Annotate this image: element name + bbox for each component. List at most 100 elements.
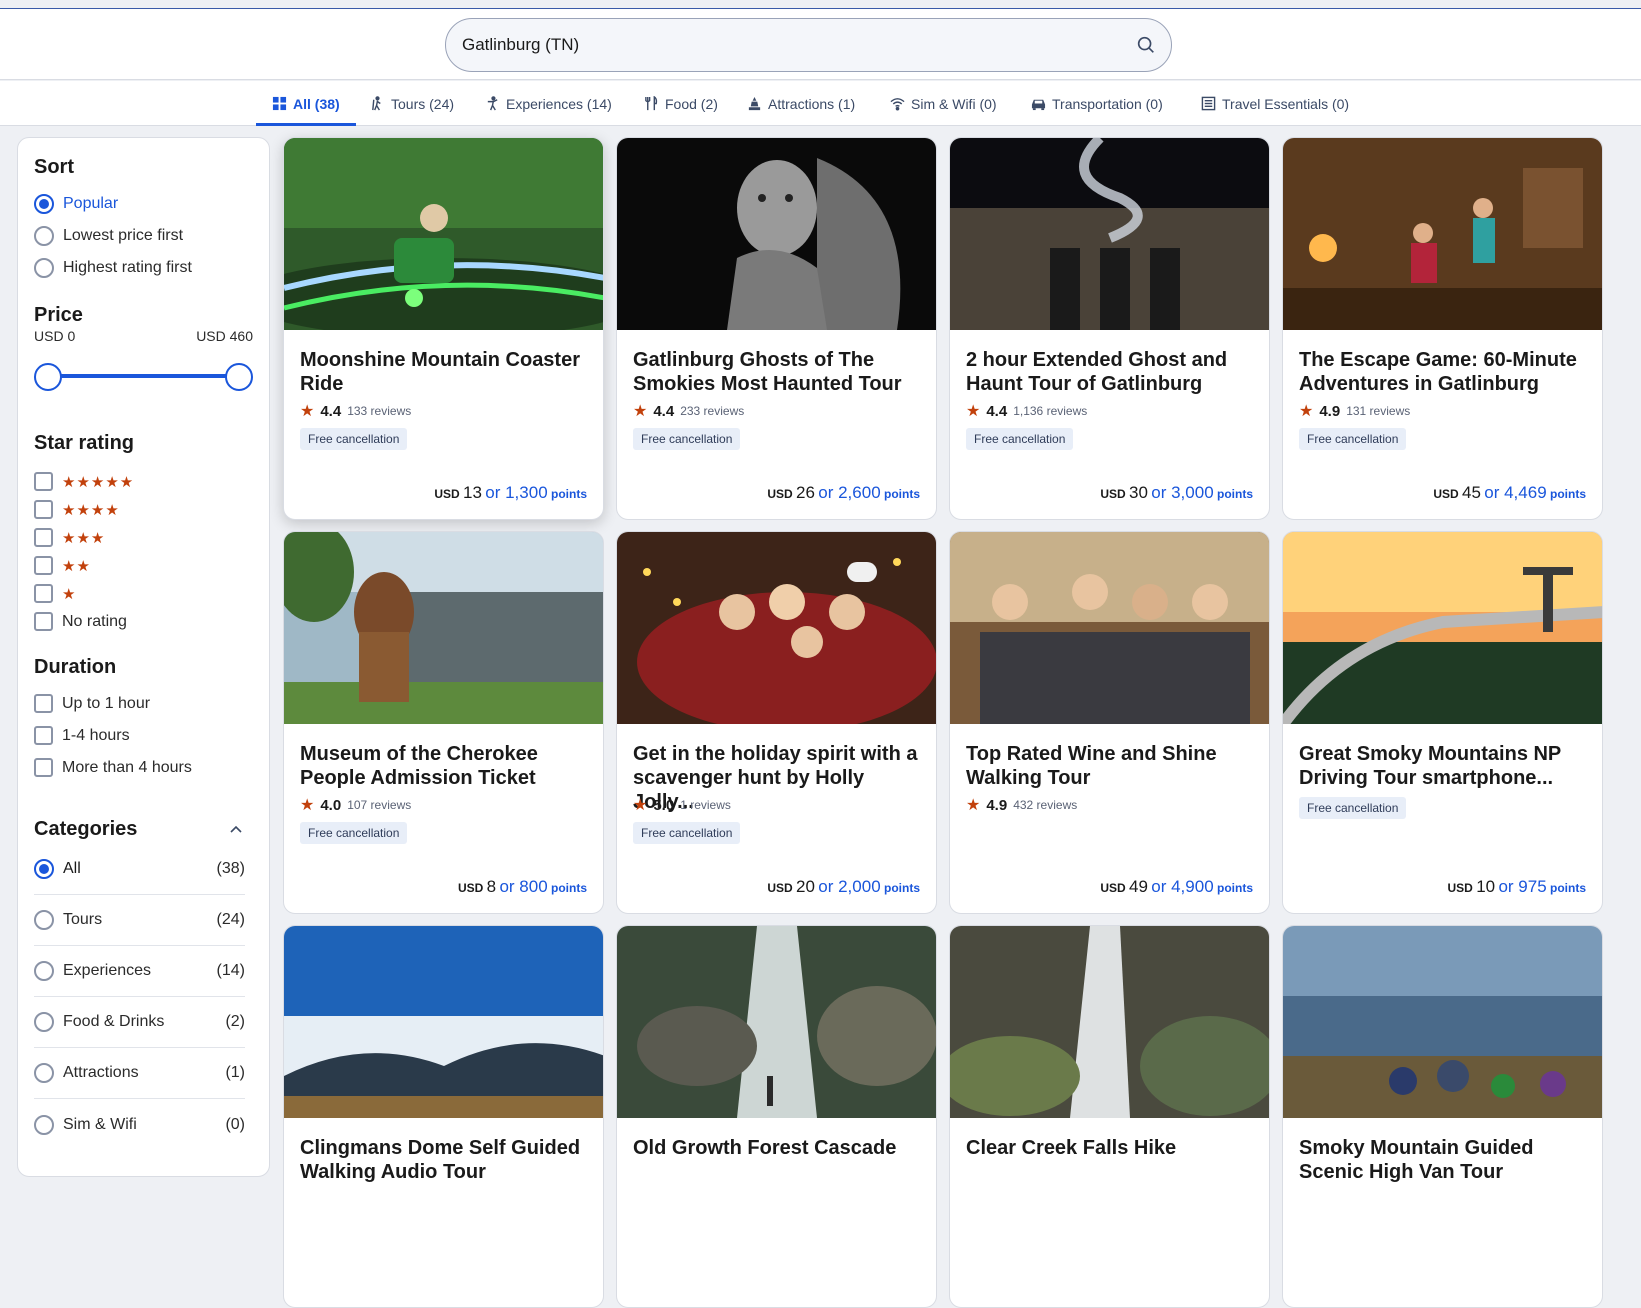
category-sim-wifi[interactable]: Sim & Wifi (0) (34, 1099, 245, 1150)
star-icon: ★ (300, 797, 315, 814)
search-icon[interactable] (1135, 34, 1157, 56)
search-bar[interactable] (445, 18, 1172, 72)
tab-transportation[interactable]: Transportation (0) (1031, 81, 1163, 126)
price-amount: 26 (796, 483, 815, 502)
activity-card[interactable]: The Escape Game: 60-Minute Adventures in… (1282, 137, 1603, 520)
star-option-1[interactable]: ★ (34, 584, 76, 603)
price-slider-track[interactable] (48, 374, 238, 378)
radio-button[interactable] (34, 226, 54, 246)
category-label: Sim & Wifi (63, 1115, 137, 1133)
star-option-none[interactable]: No rating (34, 612, 127, 631)
category-count: (0) (225, 1115, 245, 1133)
radio-button[interactable] (34, 1063, 54, 1083)
price: USD 45 or 4,469 points (1433, 483, 1586, 503)
price-heading: Price (34, 304, 83, 326)
option-label: Highest rating first (63, 259, 192, 276)
star-option-3[interactable]: ★★★ (34, 528, 105, 547)
price-slider-max-handle[interactable] (225, 363, 253, 391)
activity-image (617, 926, 936, 1118)
duration-option-4h-plus[interactable]: More than 4 hours (34, 758, 192, 777)
radio-button[interactable] (34, 1114, 54, 1135)
category-count: (24) (216, 911, 245, 928)
activity-card[interactable]: Top Rated Wine and Shine Walking Tour ★ 4.… (949, 531, 1270, 914)
star-icons: ★ (62, 585, 77, 603)
activity-card[interactable]: Smoky Mountain Guided Scenic High Van To… (1282, 925, 1603, 1308)
option-label: 1-4 hours (62, 726, 130, 744)
price-max-label: USD 460 (196, 328, 253, 344)
star-icon: ★ (966, 797, 981, 814)
tab-attractions[interactable]: Attractions (1) (747, 81, 855, 126)
activity-image (1283, 926, 1602, 1118)
checkbox[interactable] (34, 528, 53, 547)
radio-button[interactable] (34, 194, 54, 214)
checkbox[interactable] (34, 472, 53, 491)
checkbox[interactable] (34, 500, 53, 519)
radio-button[interactable] (34, 910, 54, 930)
activity-card[interactable]: Moonshine Mountain Coaster Ride ★ 4.4 133 r… (283, 137, 604, 520)
star-icons: ★★ (62, 557, 91, 575)
tab-tours[interactable]: Tours (24) (370, 81, 454, 126)
activity-card[interactable]: Get in the holiday spirit with a scaveng… (616, 531, 937, 914)
star-option-4[interactable]: ★★★★ (34, 500, 120, 519)
tab-sim-wifi[interactable]: Sim & Wifi (0) (890, 81, 997, 126)
tab-experiences[interactable]: Experiences (14) (485, 81, 612, 126)
category-experiences[interactable]: Experiences (14) (34, 946, 245, 997)
checkbox[interactable] (34, 556, 53, 575)
activity-title: Moonshine Mountain Coaster Ride (300, 349, 580, 395)
price: USD 20 or 2,000 points (767, 877, 920, 897)
activity-card[interactable]: Museum of the Cherokee People Admission … (283, 531, 604, 914)
checkbox[interactable] (34, 584, 53, 603)
checkbox[interactable] (34, 694, 53, 713)
activity-image (1283, 138, 1602, 330)
duration-option-1-4h[interactable]: 1-4 hours (34, 726, 130, 745)
duration-option-1h[interactable]: Up to 1 hour (34, 694, 150, 713)
tab-label: All (38) (293, 95, 340, 112)
star-option-2[interactable]: ★★ (34, 556, 91, 575)
points-amount: or 800 (499, 877, 548, 896)
category-all[interactable]: All (38) (34, 844, 245, 895)
tab-label: Transportation (0) (1052, 95, 1163, 112)
category-food-drinks[interactable]: Food & Drinks (2) (34, 997, 245, 1048)
sort-option-highest-rating[interactable]: Highest rating first (34, 258, 192, 278)
category-label: All (63, 860, 81, 877)
star-icons: ★★★★ (62, 501, 120, 519)
person-icon (487, 96, 498, 111)
price-slider-min-handle[interactable] (34, 363, 62, 391)
sort-option-lowest-price[interactable]: Lowest price first (34, 226, 183, 246)
currency: USD (1100, 487, 1126, 501)
checkbox[interactable] (34, 726, 53, 745)
category-attractions[interactable]: Attractions (1) (34, 1048, 245, 1099)
tab-travel-essentials[interactable]: Travel Essentials (0) (1201, 81, 1349, 126)
wifi-icon (890, 98, 905, 111)
price-amount: 10 (1476, 877, 1496, 896)
tab-all[interactable]: All (38) (256, 81, 356, 126)
activity-card[interactable]: 2 hour Extended Ghost and Haunt Tour of … (949, 137, 1270, 520)
activity-image (617, 138, 936, 330)
rating-value: 5.0 (653, 796, 675, 814)
activity-title: Gatlinburg Ghosts of The Smokies Most Ha… (633, 349, 902, 395)
sort-option-popular[interactable]: Popular (34, 194, 118, 214)
activity-card[interactable]: Clear Creek Falls Hike (949, 925, 1270, 1308)
activity-card[interactable]: Clingmans Dome Self Guided Walking Audio… (283, 925, 604, 1308)
option-label: More than 4 hours (62, 758, 192, 776)
checkbox[interactable] (34, 758, 53, 777)
radio-button[interactable] (34, 1012, 54, 1032)
tab-food[interactable]: Food (2) (644, 81, 718, 126)
category-tours[interactable]: Tours (24) (34, 895, 245, 946)
chevron-up-icon[interactable] (228, 822, 244, 838)
price-min-label: USD 0 (34, 328, 76, 344)
radio-button[interactable] (34, 859, 54, 879)
star-option-5[interactable]: ★★★★★ (34, 472, 134, 491)
activity-card[interactable]: Old Growth Forest Cascade (616, 925, 937, 1308)
price: USD 30 or 3,000 points (1100, 483, 1253, 503)
tab-label: Tours (24) (391, 95, 455, 112)
search-input[interactable] (462, 35, 1102, 55)
radio-button[interactable] (34, 258, 54, 278)
rating: ★ 4.0 107 reviews (300, 795, 411, 815)
currency: USD (457, 881, 484, 895)
rating-value: 4.9 (986, 796, 1008, 814)
activity-card[interactable]: Great Smoky Mountains NP Driving Tour sm… (1282, 531, 1603, 914)
radio-button[interactable] (34, 961, 54, 981)
activity-card[interactable]: Gatlinburg Ghosts of The Smokies Most Ha… (616, 137, 937, 520)
checkbox[interactable] (34, 612, 53, 631)
